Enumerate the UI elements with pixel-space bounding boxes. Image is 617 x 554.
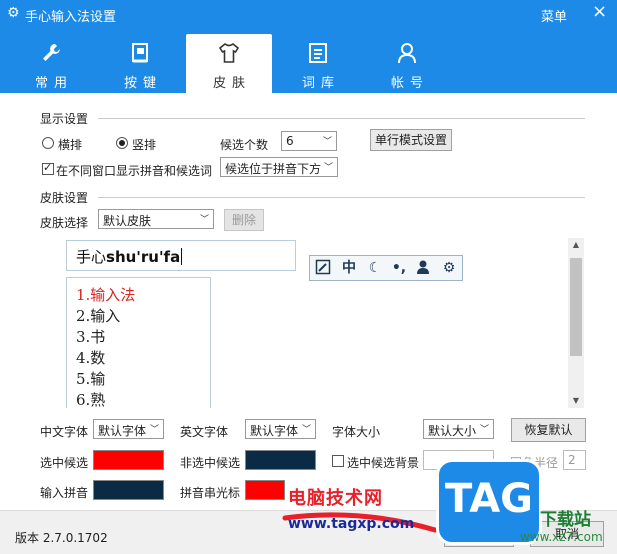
watermark-url: www.tagxp.com [288, 516, 415, 532]
tab-common[interactable]: 常用 [8, 34, 94, 93]
watermark-logo-text: TAG [445, 476, 533, 522]
unselected-candidate-label: 非选中候选 [180, 456, 241, 470]
single-line-mode-button[interactable]: 单行模式设置 [370, 129, 452, 151]
tab-label: 常用 [34, 76, 73, 91]
display-section-title: 显示设置 [40, 112, 89, 126]
candidate-position-value: 候选位于拼音下方 [225, 162, 322, 176]
candidate-count-value: 6 [286, 134, 294, 148]
window-title: 手心输入法设置 [25, 10, 117, 25]
punctuation-icon: •, [391, 260, 407, 276]
ime-status-bar: 中 ☾ •, ⚙ [309, 255, 463, 281]
user-icon [398, 43, 416, 64]
section-divider [98, 197, 585, 198]
selected-bg-checkbox[interactable] [332, 455, 344, 467]
tab-label: 按键 [123, 76, 162, 91]
tab-label: 词库 [301, 76, 340, 91]
skin-select[interactable]: 默认皮肤 ﹀ [98, 209, 214, 229]
watermark-site-name: 电脑技术网 [288, 488, 383, 509]
chevron-down-icon: ﹀ [479, 425, 489, 435]
composition-prefix: 手心 [76, 248, 107, 266]
font-size-label: 字体大小 [332, 425, 381, 439]
tab-keys[interactable]: 按键 [97, 34, 183, 93]
vertical-radio[interactable] [116, 137, 128, 149]
candidate-item: 5.输 [76, 370, 106, 388]
chevron-down-icon: ﹀ [301, 425, 311, 435]
unselected-candidate-color-swatch[interactable] [245, 450, 316, 470]
chevron-down-icon: ﹀ [323, 163, 333, 173]
selected-candidate-label: 选中候选 [40, 456, 89, 470]
horizontal-radio[interactable] [42, 137, 54, 149]
tab-label: 皮肤 [212, 76, 251, 91]
candidate-item: 1.输入法 [76, 286, 136, 304]
en-font-label: 英文字体 [180, 425, 229, 439]
selected-bg-label: 选中候选背景 [347, 456, 420, 470]
candidate-item: 4.数 [76, 349, 106, 367]
skin-section-title: 皮肤设置 [40, 191, 89, 205]
composition-window: 手心shu'ru'fa [66, 240, 296, 271]
moon-icon: ☾ [368, 260, 382, 276]
candidate-window: 1.输入法 2.输入 3.书 4.数 5.输 6.熟 [66, 277, 211, 409]
font-size-value: 默认大小 [428, 424, 477, 438]
gear-icon: ⚙ [442, 260, 456, 276]
input-pinyin-label: 输入拼音 [40, 486, 89, 500]
horizontal-label: 横排 [58, 138, 83, 152]
skin-select-label: 皮肤选择 [40, 216, 89, 230]
pinyin-cursor-color-swatch[interactable] [245, 480, 285, 500]
restore-default-button[interactable]: 恢复默认 [511, 418, 586, 442]
candidate-item: 3.书 [76, 328, 106, 346]
pinyin-cursor-label: 拼音串光标 [180, 486, 241, 500]
candidate-item: 2.输入 [76, 307, 121, 325]
gear-icon: ⚙ [7, 5, 20, 21]
keyboard-icon [132, 43, 148, 63]
tab-label: 帐号 [390, 76, 429, 91]
show-in-window-checkbox[interactable] [42, 161, 54, 175]
corner-radius-field[interactable]: 2 [563, 450, 586, 470]
title-bar: ⚙ 手心输入法设置 菜单 × 常用 按键 皮肤 词库 帐号 [0, 0, 617, 93]
composition-pinyin: shu'ru'fa [106, 248, 181, 266]
section-divider [98, 118, 585, 119]
chevron-down-icon: ﹀ [199, 215, 209, 225]
version-text: 版本 2.7.0.1702 [15, 531, 108, 545]
skin-icon [314, 259, 332, 277]
show-in-window-label: 在不同窗口显示拼音和候选词 [56, 164, 213, 178]
tshirt-icon [219, 42, 239, 63]
pinyin-cursor [181, 248, 183, 265]
menu-button[interactable]: 菜单 [541, 6, 567, 25]
scroll-down-icon[interactable]: ▼ [568, 394, 584, 408]
tab-account[interactable]: 帐号 [364, 34, 450, 93]
en-font-select[interactable]: 默认字体 ﹀ [245, 419, 316, 439]
cn-font-select[interactable]: 默认字体 ﹀ [93, 419, 164, 439]
tab-dictionary[interactable]: 词库 [275, 34, 361, 93]
user-icon [414, 259, 432, 277]
scroll-thumb[interactable] [570, 258, 582, 356]
preview-scrollbar[interactable]: ▲ ▼ [568, 238, 584, 408]
wrench-icon [43, 44, 60, 61]
font-size-select[interactable]: 默认大小 ﹀ [423, 419, 494, 439]
cn-font-value: 默认字体 [98, 424, 147, 438]
input-pinyin-color-swatch[interactable] [93, 480, 164, 500]
candidate-count-select[interactable]: 6 ﹀ [281, 131, 337, 151]
candidate-item: 6.熟 [76, 391, 106, 409]
watermark-download-text: 下载站 [540, 510, 591, 530]
scroll-up-icon[interactable]: ▲ [568, 238, 584, 252]
candidate-count-label: 候选个数 [220, 138, 269, 152]
chevron-down-icon: ﹀ [322, 137, 332, 147]
close-icon[interactable]: × [592, 3, 607, 21]
chinese-mode-icon: 中 [342, 260, 356, 276]
candidate-position-select[interactable]: 候选位于拼音下方 ﹀ [220, 157, 338, 177]
cn-font-label: 中文字体 [40, 425, 89, 439]
chevron-down-icon: ﹀ [149, 425, 159, 435]
vertical-label: 竖排 [132, 138, 157, 152]
en-font-value: 默认字体 [250, 424, 299, 438]
book-icon [309, 43, 327, 63]
skin-select-value: 默认皮肤 [103, 214, 152, 228]
tab-skin[interactable]: 皮肤 [186, 34, 272, 93]
watermark-xz-url: www.xz7.com [520, 530, 603, 544]
selected-candidate-color-swatch[interactable] [93, 450, 164, 470]
delete-skin-button[interactable]: 删除 [224, 209, 264, 231]
